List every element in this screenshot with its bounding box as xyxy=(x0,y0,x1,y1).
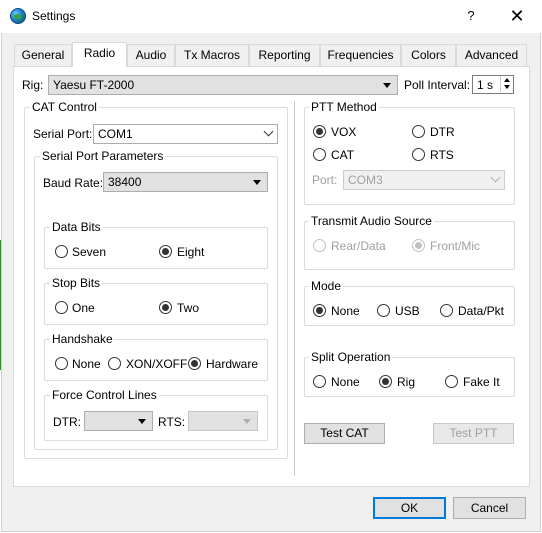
split-operation-title: Split Operation xyxy=(309,350,393,364)
ptt-rts-label: RTS xyxy=(430,148,454,162)
stop-bits-two-label: Two xyxy=(177,301,200,315)
tab-advanced[interactable]: Advanced xyxy=(456,44,527,66)
ptt-port-select[interactable]: COM3 xyxy=(343,170,505,190)
rig-select[interactable]: Yaesu FT-2000 xyxy=(48,75,398,95)
transmit-audio-source-title: Transmit Audio Source xyxy=(309,214,434,228)
split-none-label: None xyxy=(331,375,360,389)
ptt-vox-label: VOX xyxy=(331,125,357,139)
chevron-down-icon xyxy=(263,126,274,137)
rts-label: RTS: xyxy=(158,415,186,429)
ptt-cat-radio[interactable] xyxy=(313,148,326,161)
baud-rate-value: 38400 xyxy=(108,175,142,189)
column-separator xyxy=(294,101,295,476)
rig-label: Rig: xyxy=(22,78,44,92)
tab-colors[interactable]: Colors xyxy=(401,44,456,66)
spin-down-icon[interactable] xyxy=(500,84,513,92)
handshake-hardware-label: Hardware xyxy=(206,357,259,371)
tx-audio-front-mic-radio[interactable] xyxy=(412,239,425,252)
data-bits-title: Data Bits xyxy=(50,220,103,234)
mode-title: Mode xyxy=(309,279,344,293)
stop-bits-one-label: One xyxy=(72,301,95,315)
split-fake-it-label: Fake It xyxy=(463,375,500,389)
stop-bits-two-radio[interactable] xyxy=(159,301,172,314)
chevron-down-icon xyxy=(253,180,261,185)
handshake-xon-xoff-radio[interactable] xyxy=(108,357,121,370)
tab-general[interactable]: General xyxy=(14,44,72,66)
poll-interval-value: 1 s xyxy=(477,78,494,92)
serial-port-label: Serial Port: xyxy=(33,127,93,141)
chevron-down-icon xyxy=(490,172,501,183)
tx-audio-rear-data-label: Rear/Data xyxy=(331,239,386,253)
poll-interval-spinner[interactable]: 1 s xyxy=(472,75,514,94)
stop-bits-title: Stop Bits xyxy=(50,276,103,290)
serial-port-parameters-title: Serial Port Parameters xyxy=(40,149,166,163)
baud-rate-label: Baud Rate: xyxy=(43,176,104,190)
tab-radio[interactable]: Radio xyxy=(72,42,127,67)
mode-data-pkt-radio[interactable] xyxy=(440,304,453,317)
globe-icon xyxy=(10,8,26,24)
tab-tx-macros[interactable]: Tx Macros xyxy=(175,44,249,66)
dtr-select[interactable] xyxy=(84,411,153,431)
ptt-cat-label: CAT xyxy=(331,148,355,162)
handshake-none-label: None xyxy=(72,357,101,371)
chevron-down-icon xyxy=(243,419,251,424)
tab-audio[interactable]: Audio xyxy=(127,44,175,66)
data-bits-seven-label: Seven xyxy=(72,245,107,259)
poll-interval-label: Poll Interval: xyxy=(404,78,471,92)
data-bits-seven-radio[interactable] xyxy=(55,245,68,258)
data-bits-eight-label: Eight xyxy=(177,245,205,259)
tab-frequencies[interactable]: Frequencies xyxy=(320,44,401,66)
split-fake-it-radio[interactable] xyxy=(445,375,458,388)
tx-audio-rear-data-radio[interactable] xyxy=(313,239,326,252)
cancel-button[interactable]: Cancel xyxy=(453,497,526,519)
split-none-radio[interactable] xyxy=(313,375,326,388)
ptt-port-label: Port: xyxy=(312,173,338,187)
handshake-none-radio[interactable] xyxy=(55,357,68,370)
mode-none-label: None xyxy=(331,304,360,318)
close-icon[interactable]: ✕ xyxy=(500,4,534,28)
tab-reporting[interactable]: Reporting xyxy=(249,44,320,66)
data-bits-eight-radio[interactable] xyxy=(159,245,172,258)
split-rig-radio[interactable] xyxy=(379,375,392,388)
split-rig-label: Rig xyxy=(397,375,416,389)
mode-none-radio[interactable] xyxy=(313,304,326,317)
cat-control-title: CAT Control xyxy=(30,100,99,114)
ptt-port-value: COM3 xyxy=(348,173,383,187)
baud-rate-select[interactable]: 38400 xyxy=(103,172,268,192)
chevron-down-icon xyxy=(383,83,391,88)
ptt-dtr-label: DTR xyxy=(430,125,455,139)
test-ptt-button[interactable]: Test PTT xyxy=(433,423,514,444)
handshake-xon-xoff-label: XON/XOFF xyxy=(126,357,188,371)
help-button[interactable]: ? xyxy=(456,4,486,28)
ptt-dtr-radio[interactable] xyxy=(412,125,425,138)
ptt-method-title: PTT Method xyxy=(309,100,379,114)
serial-port-select[interactable]: COM1 xyxy=(93,124,278,144)
rts-select[interactable] xyxy=(188,411,258,431)
mode-data-pkt-label: Data/Pkt xyxy=(458,304,505,318)
dtr-label: DTR: xyxy=(53,415,81,429)
test-cat-button[interactable]: Test CAT xyxy=(304,423,385,444)
rig-value: Yaesu FT-2000 xyxy=(53,78,135,92)
force-control-lines-title: Force Control Lines xyxy=(50,388,159,402)
mode-usb-radio[interactable] xyxy=(377,304,390,317)
window-title: Settings xyxy=(32,9,76,23)
tx-audio-front-mic-label: Front/Mic xyxy=(430,239,481,253)
serial-port-value: COM1 xyxy=(98,127,133,141)
mode-usb-label: USB xyxy=(395,304,420,318)
spin-up-icon[interactable] xyxy=(500,76,513,84)
ok-button[interactable]: OK xyxy=(373,497,446,519)
chevron-down-icon xyxy=(138,419,146,424)
title-bar: Settings ? ✕ xyxy=(0,0,542,33)
handshake-title: Handshake xyxy=(50,332,115,346)
handshake-hardware-radio[interactable] xyxy=(188,357,201,370)
ptt-rts-radio[interactable] xyxy=(412,148,425,161)
stop-bits-one-radio[interactable] xyxy=(55,301,68,314)
ptt-vox-radio[interactable] xyxy=(313,125,326,138)
